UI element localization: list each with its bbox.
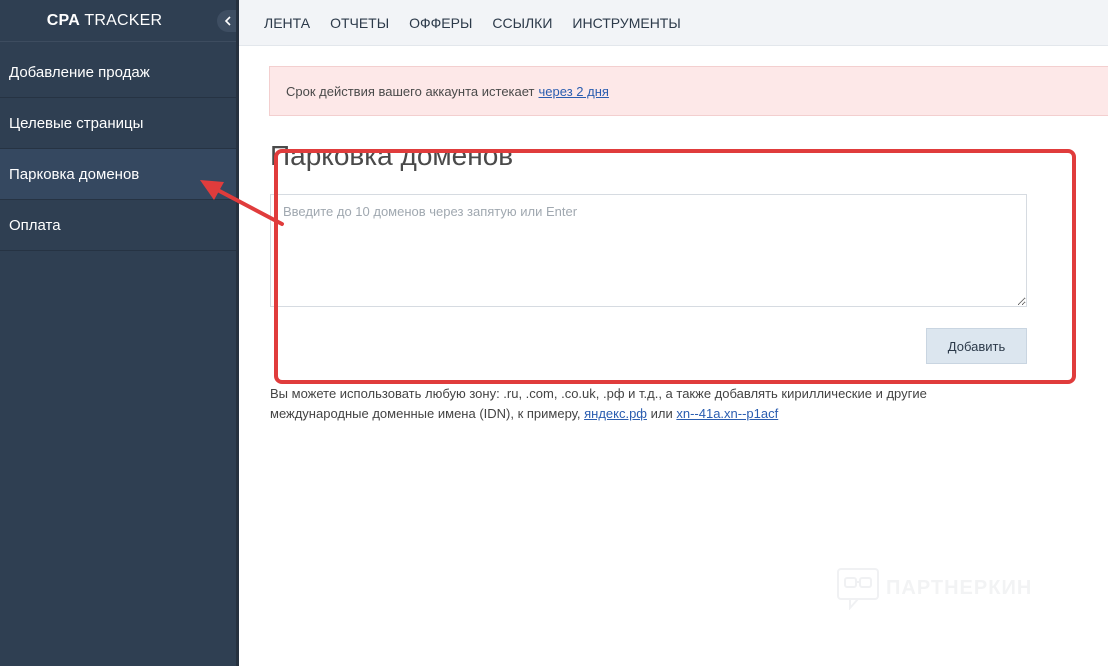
tab-tools[interactable]: ИНСТРУМЕНТЫ [572,15,680,31]
tab-offers[interactable]: ОФФЕРЫ [409,15,472,31]
add-button[interactable]: Добавить [926,328,1027,364]
example-link-punycode[interactable]: xn--41a.xn--p1acf [676,406,778,421]
watermark: ПАРТНЕРКИН [836,566,1032,610]
chevron-left-icon [224,16,231,26]
brand: CPA TRACKER [0,0,239,42]
sidebar: CPA TRACKER Добавление продаж Целевые ст… [0,0,239,666]
help-line-2: международные доменные имена (IDN), к пр… [270,404,950,424]
help-line-1: Вы можете использовать любую зону: .ru, … [270,386,927,401]
tab-links[interactable]: ССЫЛКИ [492,15,552,31]
alert-link[interactable]: через 2 дня [539,84,609,99]
sidebar-item-payment[interactable]: Оплата [0,200,239,251]
help-text: Вы можете использовать любую зону: .ru, … [270,384,950,424]
tab-reports[interactable]: ОТЧЕТЫ [330,15,389,31]
example-link-cyrillic[interactable]: яндекс.рф [584,406,647,421]
sidebar-item-label: Добавление продаж [9,63,150,81]
domains-input[interactable] [270,194,1027,307]
sidebar-edge [236,0,239,666]
watermark-text: ПАРТНЕРКИН [886,576,1033,599]
sidebar-item-label: Оплата [9,216,61,234]
tab-feed[interactable]: ЛЕНТА [264,15,310,31]
sidebar-item-landing-pages[interactable]: Целевые страницы [0,98,239,149]
sidebar-nav: Добавление продаж Целевые страницы Парко… [0,47,239,251]
sidebar-item-sales[interactable]: Добавление продаж [0,47,239,98]
alert-text: Срок действия вашего аккаунта истекает [286,83,535,99]
brand-logo[interactable]: CPA TRACKER [47,12,162,30]
account-expiry-alert: Срок действия вашего аккаунта истекает ч… [269,66,1108,116]
help-line-2-text: международные доменные имена (IDN), к пр… [270,406,585,421]
help-or-text: или [647,406,677,421]
sidebar-item-domain-parking[interactable]: Парковка доменов [0,149,239,200]
top-nav: ЛЕНТА ОТЧЕТЫ ОФФЕРЫ ССЫЛКИ ИНСТРУМЕНТЫ [239,0,1108,46]
watermark-logo-icon [837,568,879,610]
page-title: Парковка доменов [270,140,514,171]
sidebar-item-label: Парковка доменов [9,165,140,183]
sidebar-item-label: Целевые страницы [9,114,144,132]
